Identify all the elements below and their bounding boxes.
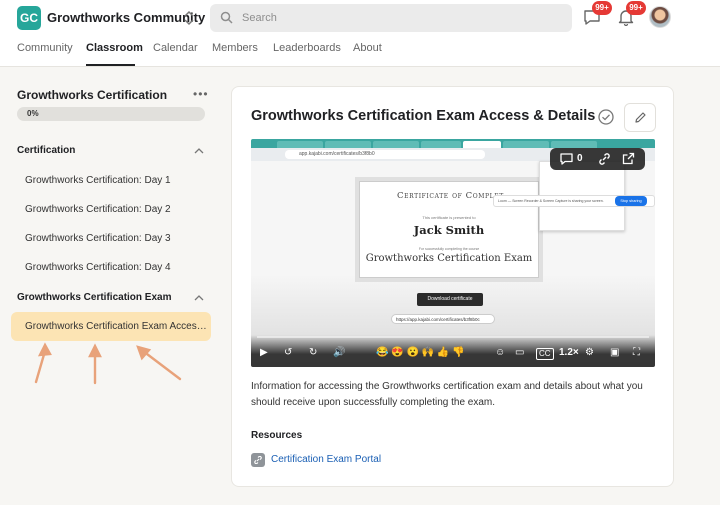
lesson-item-day-1[interactable]: Growthworks Certification: Day 1	[25, 175, 171, 186]
certificate-course-name: Growthworks Certification Exam	[365, 253, 533, 264]
active-tab-indicator	[86, 64, 135, 66]
resource-link-icon	[251, 453, 265, 467]
lesson-title: Growthworks Certification Exam Access & …	[251, 108, 596, 124]
resources-heading: Resources	[251, 430, 303, 441]
certificate-link: https://app.kajabi.com/certificates/b3f8…	[391, 314, 495, 324]
certificate-completing-text: For successfully completing the course	[418, 247, 480, 251]
link-icon[interactable]	[598, 153, 611, 165]
download-certificate-button: Download certificate	[417, 293, 483, 306]
tab-about[interactable]: About	[353, 42, 382, 54]
tab-calendar[interactable]: Calendar	[153, 42, 198, 54]
recorded-browser-tabs	[251, 139, 655, 148]
bell-notification-badge: 99+	[626, 1, 646, 15]
certificate-recipient-name: Jack Smith	[413, 223, 485, 237]
captions-icon[interactable]: CC	[536, 348, 554, 360]
certification-exam-portal-link[interactable]: Certification Exam Portal	[271, 454, 381, 465]
tab-community[interactable]: Community	[17, 42, 73, 54]
search-input[interactable]	[242, 9, 562, 27]
chat-notification-badge: 99+	[592, 1, 612, 15]
certificate-presented-text: This certificate is presented to	[422, 215, 476, 220]
fullscreen-icon[interactable]: ⛶	[633, 346, 640, 360]
volume-icon[interactable]: 🔊	[333, 346, 345, 360]
video-overlay-actions: 0	[550, 148, 645, 170]
emoji-picker-icon[interactable]: ☺	[495, 346, 505, 360]
lesson-item-day-4[interactable]: Growthworks Certification: Day 4	[25, 262, 171, 273]
video-scrubber[interactable]	[257, 336, 649, 338]
stop-sharing-button: Stop sharing	[615, 196, 647, 206]
course-title: Growthworks Certification	[17, 88, 168, 102]
course-progress-text: 0%	[27, 109, 39, 118]
lesson-item-day-2[interactable]: Growthworks Certification: Day 2	[25, 204, 171, 215]
lesson-card: Growthworks Certification Exam Access & …	[231, 86, 674, 487]
search-bar[interactable]	[210, 4, 572, 32]
lesson-video[interactable]: app.kajabi.com/certificates/b3f8b0 Certi…	[251, 139, 655, 367]
tab-members[interactable]: Members	[212, 42, 258, 54]
community-name[interactable]: Growthworks Community	[47, 10, 205, 25]
tab-classroom[interactable]: Classroom	[86, 42, 143, 54]
open-external-icon[interactable]	[622, 152, 635, 165]
certificate-preview: Certificate of Complet This certificate …	[355, 177, 543, 282]
tab-leaderboards[interactable]: Leaderboards	[273, 42, 341, 54]
top-header: GC Growthworks Community 99+ 99+ Communi…	[0, 0, 720, 67]
lesson-description: Information for accessing the Growthwork…	[251, 381, 643, 408]
playback-speed[interactable]: 1.2×	[559, 346, 579, 360]
course-progress-bar: 0%	[17, 107, 205, 121]
edit-lesson-button[interactable]	[624, 103, 656, 132]
settings-gear-icon[interactable]: ⚙	[585, 346, 594, 360]
pencil-icon	[635, 112, 646, 123]
community-logo[interactable]: GC	[17, 6, 41, 30]
user-avatar[interactable]	[649, 6, 671, 28]
picture-in-picture-icon[interactable]: ▣	[610, 346, 619, 360]
reaction-emojis[interactable]: 😂 😍 😮 🙌 👍 👎	[376, 346, 465, 360]
chevron-up-icon[interactable]	[194, 295, 204, 301]
search-icon	[220, 11, 233, 24]
mark-complete-icon[interactable]	[598, 109, 614, 125]
rewind-icon[interactable]: ↺	[284, 346, 292, 360]
annotation-arrows	[34, 342, 182, 385]
video-controls: ▶ ↺ ↻ 🔊 😂 😍 😮 🙌 👍 👎 ☺ ▭ CC 1.2× ⚙ ▣ ⛶	[251, 342, 655, 364]
recorded-url: app.kajabi.com/certificates/b3f8b0	[285, 150, 485, 159]
comment-count: 0	[577, 153, 583, 164]
section-title-exam[interactable]: Growthworks Certification Exam	[17, 292, 171, 303]
chevron-up-icon[interactable]	[194, 148, 204, 154]
lesson-item-day-3[interactable]: Growthworks Certification: Day 3	[25, 233, 171, 244]
play-icon[interactable]: ▶	[260, 346, 268, 360]
comment-toggle-icon[interactable]: ▭	[515, 346, 524, 360]
course-options-icon[interactable]: •••	[193, 87, 209, 101]
switch-community-icon[interactable]	[183, 9, 195, 27]
comment-icon[interactable]	[560, 153, 573, 165]
section-title-certification[interactable]: Certification	[17, 145, 75, 156]
forward-icon[interactable]: ↻	[309, 346, 317, 360]
